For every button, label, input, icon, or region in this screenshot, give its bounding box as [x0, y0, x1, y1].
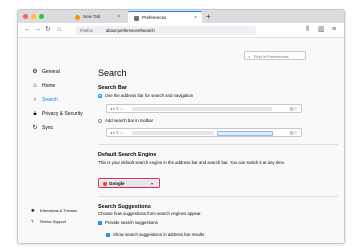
home-icon: ⌂	[33, 83, 37, 89]
close-window-button[interactable]	[23, 14, 28, 19]
default-engine-description: This is your default search engine in th…	[98, 160, 286, 165]
sidebar-item-label: Search	[42, 97, 58, 103]
close-icon[interactable]: ×	[117, 11, 120, 23]
sidebar-icon[interactable]: ▥	[318, 23, 325, 37]
suggestions-description: Choose how suggestions from search engin…	[98, 211, 202, 216]
maximize-window-button[interactable]	[39, 14, 44, 19]
puzzle-icon: ✱	[31, 208, 35, 213]
show-in-address-checkbox[interactable]: ✓	[106, 233, 110, 237]
search-bar-heading: Search Bar	[98, 85, 128, 91]
sidebar-item-label: Privacy & Security	[42, 111, 83, 117]
radio-address-bar[interactable]	[98, 94, 102, 98]
divider	[98, 196, 338, 197]
address-bar-preview: ◂▸↻⌂ ▥≡	[106, 104, 302, 113]
tab-label: New Tab	[83, 14, 101, 19]
sidebar-link-label: Extensions & Themes	[40, 209, 77, 213]
sidebar-item-label: General	[42, 69, 60, 75]
navigation-toolbar: ← → ↻ ⌂ Firefox about:preferences#search…	[18, 23, 344, 38]
preview-nav-icons: ◂▸↻⌂	[110, 106, 124, 111]
firefox-icon	[75, 14, 80, 20]
tab-preferences[interactable]: Preferences ×	[128, 11, 202, 23]
tab-strip: New Tab × Preferences × +	[18, 10, 344, 23]
radio-address-bar-label: Use the address bar for search and navig…	[105, 93, 194, 98]
default-engine-select[interactable]: Google ▾	[100, 180, 158, 187]
preview-toolbar-icons: ▥≡	[289, 130, 298, 135]
sidebar-item-label: Sync	[42, 125, 54, 131]
toolbar-search-preview: ◂▸↻⌂ ▥≡	[106, 128, 302, 137]
divider	[98, 144, 338, 145]
tab-new-tab[interactable]: New Tab ×	[69, 11, 125, 23]
identity-label: Firefox	[80, 27, 93, 33]
sidebar-item-label: Home	[42, 83, 56, 89]
preview-address-field	[132, 131, 214, 135]
help-icon: ?	[31, 219, 34, 224]
sync-icon: ↻	[32, 125, 38, 131]
menu-icon[interactable]: ≡	[332, 23, 336, 37]
default-engine-heading: Default Search Engine	[98, 152, 157, 158]
chevron-down-icon: ▾	[150, 181, 153, 186]
back-icon[interactable]: ←	[24, 23, 31, 37]
address-bar[interactable]: Firefox about:preferences#search	[76, 25, 256, 35]
reload-icon[interactable]: ↻	[45, 23, 51, 37]
new-tab-button[interactable]: +	[206, 10, 211, 23]
page-title: Search	[98, 68, 127, 78]
url-text[interactable]: about:preferences#search	[106, 26, 155, 35]
provide-suggestions-label: Provide search suggestions	[105, 220, 158, 225]
home-icon[interactable]: ⌂	[57, 23, 61, 37]
gear-icon: ⚙	[32, 69, 38, 75]
provide-suggestions-checkbox[interactable]: ✓	[98, 221, 102, 225]
forward-icon[interactable]: →	[34, 23, 41, 37]
gear-icon	[134, 15, 139, 21]
radio-toolbar-search[interactable]	[98, 119, 102, 123]
radio-toolbar-search-label: Add search bar in toolbar	[105, 118, 154, 123]
search-icon: ⌕	[33, 97, 37, 103]
preferences-content: ⌕ Find in Preferences ⚙ General ⌂ Home ⌕…	[18, 38, 344, 243]
preview-toolbar-icons: ▥≡	[289, 106, 298, 111]
google-icon	[103, 181, 107, 186]
browser-window: New Tab × Preferences × + ← → ↻ ⌂ Firefo…	[17, 9, 345, 244]
highlight-outline: Google ▾	[98, 178, 160, 188]
sidebar-link-label: Firefox Support	[40, 220, 66, 224]
preview-search-field	[217, 130, 273, 136]
lock-icon: 🔒︎	[33, 111, 37, 117]
selected-engine: Google	[109, 181, 125, 186]
preview-address-field	[132, 107, 272, 111]
preview-nav-icons: ◂▸↻⌂	[110, 130, 124, 135]
main-panel: Search Search Bar Use the address bar fo…	[98, 38, 338, 243]
show-in-address-label: Show search suggestions in address bar r…	[113, 232, 205, 237]
library-icon[interactable]: ⫴	[306, 23, 309, 37]
minimize-window-button[interactable]	[31, 14, 36, 19]
